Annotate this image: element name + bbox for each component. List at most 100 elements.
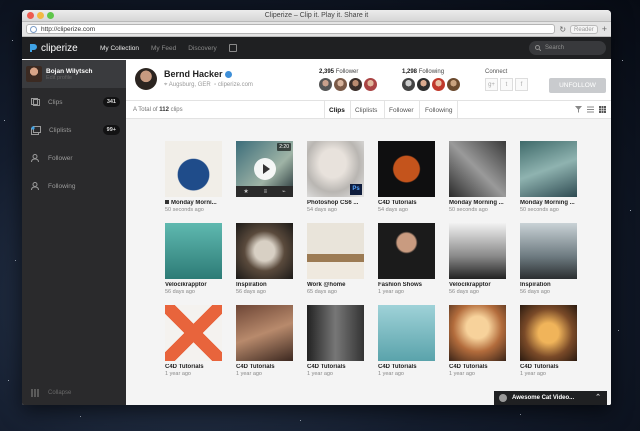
clip-thumbnail: [520, 223, 577, 279]
zoom-window-button[interactable]: [47, 12, 54, 19]
grid-view-icon[interactable]: [599, 106, 606, 113]
clip-card[interactable]: C4D Tutorials 1 year ago: [520, 305, 577, 384]
total-clips: A Total of 112 clips: [133, 107, 183, 113]
close-window-button[interactable]: [27, 12, 34, 19]
clip-card[interactable]: Fashion Shows 1 year ago: [378, 223, 435, 302]
connect-group: Connect g+ t f: [485, 69, 528, 91]
profile-name: Bernd Hacker: [164, 69, 232, 79]
tab-clips[interactable]: Clips: [329, 107, 345, 114]
search-icon: [535, 45, 541, 51]
link-icon: ▫: [214, 82, 217, 88]
chevron-up-icon[interactable]: ⌃: [595, 391, 601, 405]
clip-card[interactable]: C4D Tutorials 54 days ago: [378, 141, 435, 220]
sidebar-item-clips[interactable]: Clips 341: [22, 88, 126, 116]
sidebar-item-cliplists[interactable]: Cliplists 99+: [22, 116, 126, 144]
photoshop-icon: Ps: [350, 184, 362, 195]
clip-thumbnail: [378, 305, 435, 361]
profile-location: ⌖ Augsburg, GER ▫ cliperize.com: [164, 82, 253, 88]
clip-card-video[interactable]: 2:20 ★ ≡ ⌁: [236, 141, 293, 220]
clip-card[interactable]: Monday Morni... 50 seconds ago: [165, 141, 222, 220]
clip-thumbnail: Ps: [307, 141, 364, 197]
cliplists-count-badge: 99+: [102, 125, 120, 135]
following-avatar[interactable]: [447, 78, 460, 91]
clips-count-badge: 341: [102, 97, 120, 107]
google-plus-icon[interactable]: g+: [485, 78, 498, 91]
cliperize-logo[interactable]: cliperize: [28, 43, 100, 54]
clip-card[interactable]: Inspiration 56 days ago: [236, 223, 293, 302]
clip-card[interactable]: Velocikrapptor 56 days ago: [449, 223, 506, 302]
window-title: Cliperize – Clip it. Play it. Share it: [264, 12, 369, 19]
following-avatar[interactable]: [402, 78, 415, 91]
clip-card[interactable]: Work @home 65 days ago: [307, 223, 364, 302]
tab-bar: A Total of 112 clips Clips Cliplists Fol…: [126, 101, 611, 119]
verified-icon: [224, 71, 232, 79]
sidebar: Bojan Wilytsch Edit profile Clips 341 Cl…: [22, 60, 126, 405]
reload-icon[interactable]: ↻: [559, 25, 566, 34]
browser-window: Cliperize – Clip it. Play it. Share it h…: [22, 10, 611, 405]
following-group[interactable]: 1,298 Following: [402, 69, 460, 91]
clip-thumbnail: [449, 305, 506, 361]
clip-card[interactable]: Ps Photoshop CS6 ... 54 days ago: [307, 141, 364, 220]
sidebar-user[interactable]: Bojan Wilytsch Edit profile: [22, 60, 126, 88]
profile-avatar: [135, 68, 157, 90]
clip-thumbnail: [449, 141, 506, 197]
location-pin-icon: ⌖: [164, 82, 168, 88]
clip-thumbnail: [378, 141, 435, 197]
clip-card[interactable]: Monday Morning ... 50 seconds ago: [449, 141, 506, 220]
following-avatar[interactable]: [417, 78, 430, 91]
new-tab-icon[interactable]: +: [602, 24, 607, 34]
clip-thumbnail: [449, 223, 506, 279]
clip-card[interactable]: C4D Tutorials 1 year ago: [236, 305, 293, 384]
minimize-window-button[interactable]: [37, 12, 44, 19]
clip-card[interactable]: Monday Morning ... 50 seconds ago: [520, 141, 577, 220]
clip-card[interactable]: C4D Tutorials 1 year ago: [449, 305, 506, 384]
link-icon[interactable]: ⌁: [282, 188, 286, 195]
nav-my-feed[interactable]: My Feed: [151, 45, 176, 52]
twitter-icon[interactable]: t: [500, 78, 513, 91]
clip-card[interactable]: Inspiration 56 days ago: [520, 223, 577, 302]
clip-thumbnail: [236, 305, 293, 361]
star-icon[interactable]: ★: [243, 188, 248, 195]
tab-follower[interactable]: Follower: [389, 107, 414, 114]
search-input[interactable]: Search: [529, 41, 606, 55]
reader-button[interactable]: Reader: [570, 24, 598, 34]
address-bar[interactable]: http://cliperize.com: [26, 24, 556, 34]
list-view-icon[interactable]: [587, 106, 594, 113]
clips-grid: Monday Morni... 50 seconds ago 2:20 ★ ≡ …: [165, 141, 577, 384]
globe-icon: [30, 26, 37, 33]
collapse-button[interactable]: Collapse: [31, 389, 71, 397]
facebook-icon[interactable]: f: [515, 78, 528, 91]
clip-thumbnail: [165, 223, 222, 279]
add-to-list-icon[interactable]: ≡: [264, 189, 268, 195]
filter-icon[interactable]: [575, 106, 582, 113]
clips-icon: [31, 98, 40, 106]
mini-player[interactable]: Awesome Cat Video... ⌃: [494, 391, 607, 405]
clip-card[interactable]: Velocikrapptor 56 days ago: [165, 223, 222, 302]
sidebar-item-following[interactable]: Following: [22, 172, 126, 200]
clip-card[interactable]: C4D Tutorials 1 year ago: [307, 305, 364, 384]
sidebar-item-follower[interactable]: Follower: [22, 144, 126, 172]
follower-avatar[interactable]: [349, 78, 362, 91]
clip-card[interactable]: C4D Tutorials 1 year ago: [165, 305, 222, 384]
clip-actions: ★ ≡ ⌁: [236, 186, 293, 197]
unfollow-button[interactable]: UNFOLLOW: [549, 78, 606, 93]
title-bar: Cliperize – Clip it. Play it. Share it: [22, 10, 611, 22]
follower-group[interactable]: 2,395 Follower: [319, 69, 377, 91]
nav-my-collection[interactable]: My Collection: [100, 45, 139, 52]
tab-cliplists[interactable]: Cliplists: [355, 107, 377, 114]
profile-website[interactable]: cliperize.com: [218, 82, 253, 88]
user-subtitle: Edit profile: [46, 74, 72, 81]
nav-discovery[interactable]: Discovery: [188, 45, 217, 52]
clip-card[interactable]: C4D Tutorials 1 year ago: [378, 305, 435, 384]
add-clip-icon[interactable]: [228, 44, 237, 52]
lock-icon: [165, 200, 169, 204]
following-avatar[interactable]: [432, 78, 445, 91]
app-header: cliperize My Collection My Feed Discover…: [22, 37, 611, 59]
video-thumbnail[interactable]: 2:20 ★ ≡ ⌁: [236, 141, 293, 197]
tab-following[interactable]: Following: [425, 107, 452, 114]
play-icon[interactable]: [254, 158, 276, 180]
follower-avatar[interactable]: [319, 78, 332, 91]
mini-player-thumbnail: [499, 394, 507, 402]
follower-avatar[interactable]: [364, 78, 377, 91]
follower-avatar[interactable]: [334, 78, 347, 91]
